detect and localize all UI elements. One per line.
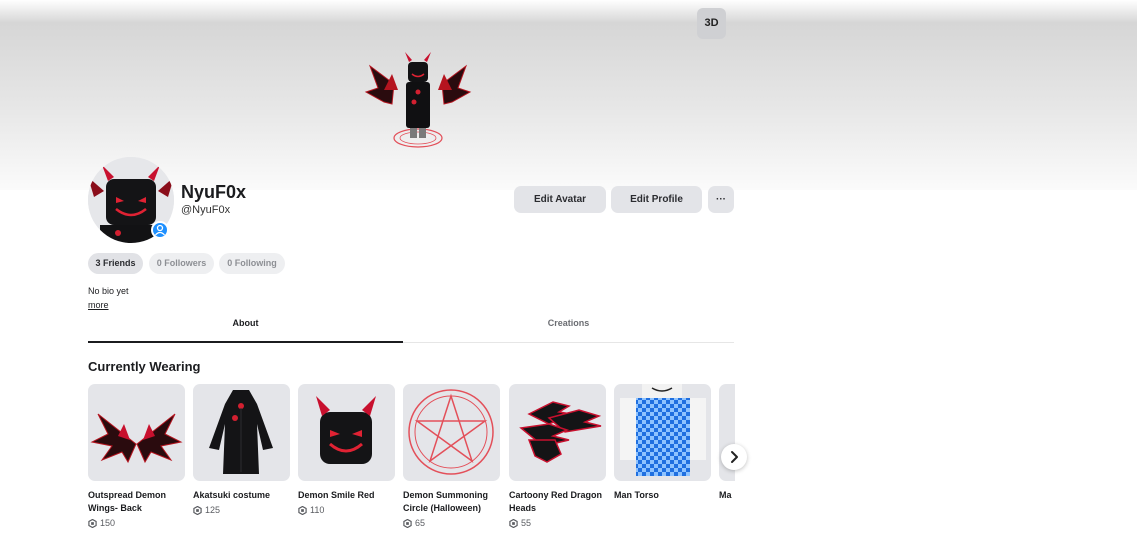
robux-icon xyxy=(298,505,307,515)
robux-icon xyxy=(88,518,97,528)
user-badge-icon xyxy=(151,221,169,239)
bio-more-link[interactable]: more xyxy=(88,300,109,310)
item-name: Demon Smile Red xyxy=(298,490,375,500)
robux-icon xyxy=(509,518,518,528)
bio-text: No bio yet xyxy=(88,286,129,296)
torso-icon xyxy=(614,384,711,481)
item-price: 110 xyxy=(298,505,395,515)
demon-wings-icon xyxy=(88,384,185,481)
pentagram-circle-icon xyxy=(403,384,500,481)
demon-head-icon xyxy=(298,384,395,481)
currently-wearing-title: Currently Wearing xyxy=(88,359,201,374)
tab-creations[interactable]: Creations xyxy=(403,318,734,328)
wearing-item[interactable]: Man Torso xyxy=(614,384,711,502)
wearing-item[interactable]: Demon Summoning Circle (Halloween) 65 xyxy=(403,384,500,528)
carousel-next-button[interactable] xyxy=(721,444,747,470)
full-avatar-render[interactable] xyxy=(362,44,474,161)
display-name: NyuF0x xyxy=(181,182,247,202)
item-name: Man Torso xyxy=(614,490,659,500)
item-price: 55 xyxy=(509,518,606,528)
item-price-value: 150 xyxy=(100,518,116,528)
item-name: Demon Summoning Circle (Halloween) xyxy=(403,490,488,513)
wearing-item[interactable]: Cartoony Red Dragon Heads 55 xyxy=(509,384,606,528)
item-price-value: 125 xyxy=(205,505,221,515)
item-price-value: 55 xyxy=(521,518,532,528)
item-name: Outspread Demon Wings- Back xyxy=(88,490,167,513)
username: @NyuF0x xyxy=(181,204,231,216)
edit-profile-button[interactable]: Edit Profile xyxy=(611,186,702,213)
friends-count[interactable]: 3 Friends xyxy=(88,253,143,274)
more-options-button[interactable]: ··· xyxy=(708,186,734,213)
item-price-value: 65 xyxy=(415,518,426,528)
item-name: Cartoony Red Dragon Heads xyxy=(509,490,603,513)
robux-icon xyxy=(193,505,202,515)
item-price: 65 xyxy=(403,518,500,528)
following-count[interactable]: 0 Following xyxy=(219,253,285,274)
black-cloak-icon xyxy=(193,384,290,481)
item-price: 150 xyxy=(88,518,185,528)
profile-page: 3D NyuF0x @NyuF0x Edit Avatar Edit Profi… xyxy=(0,0,1137,540)
wearing-item[interactable]: Akatsuki costume 125 xyxy=(193,384,290,515)
item-price-value: 110 xyxy=(310,505,325,515)
edit-avatar-button[interactable]: Edit Avatar xyxy=(514,186,606,213)
chevron-right-icon xyxy=(731,451,738,463)
wearing-item[interactable]: Outspread Demon Wings- Back 150 xyxy=(88,384,185,528)
item-name: Akatsuki costume xyxy=(193,490,271,500)
dragon-heads-icon xyxy=(509,384,606,481)
wearing-item[interactable]: Demon Smile Red 110 xyxy=(298,384,395,515)
robux-icon xyxy=(403,518,412,528)
view-3d-button[interactable]: 3D xyxy=(697,8,726,39)
active-tab-indicator xyxy=(88,341,403,343)
item-name: Ma xyxy=(719,490,732,500)
tab-about[interactable]: About xyxy=(88,318,403,328)
item-price: 125 xyxy=(193,505,290,515)
avatar-banner xyxy=(0,0,1137,190)
followers-count[interactable]: 0 Followers xyxy=(149,253,214,274)
